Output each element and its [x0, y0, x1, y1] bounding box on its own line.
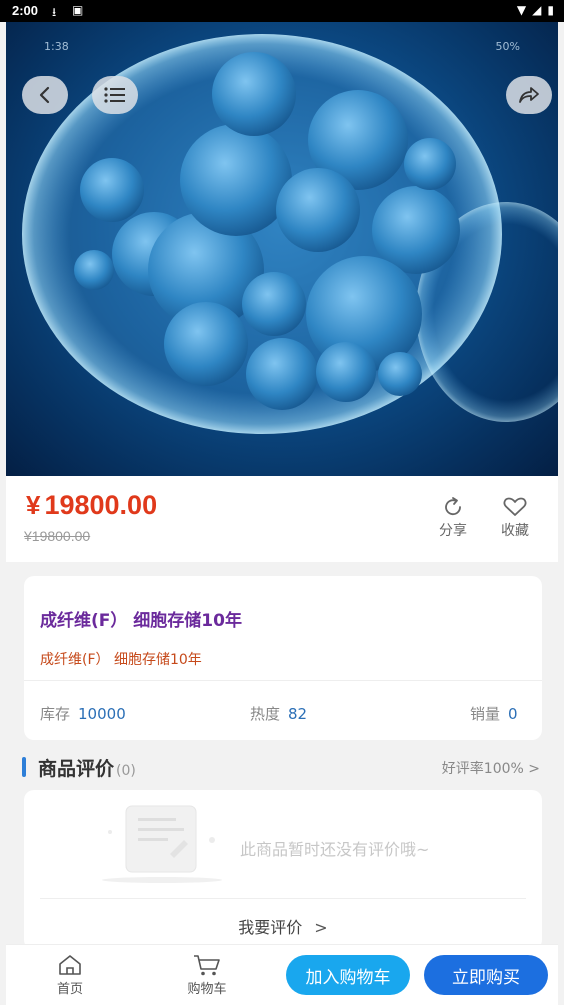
- product-image: 1:38 50%: [6, 22, 558, 476]
- buy-now-button[interactable]: 立即购买: [424, 955, 548, 995]
- status-right-icons: ▼ ◢ ▮: [517, 3, 554, 17]
- original-price: ¥19800.00: [24, 528, 91, 544]
- currency-symbol: ¥: [26, 490, 41, 520]
- review-count: (0): [116, 763, 136, 779]
- empty-review-icon: [102, 805, 222, 883]
- share-label: 分享: [439, 523, 467, 539]
- app-notification-icon: ▣: [72, 3, 84, 17]
- menu-button[interactable]: [92, 76, 138, 114]
- price-section: ¥19800.00 ¥19800.00 分享 收藏: [6, 476, 558, 562]
- chevron-left-icon: [39, 86, 50, 104]
- favorite-button[interactable]: 收藏: [490, 496, 540, 540]
- wifi-icon: ▼: [516, 3, 527, 17]
- section-accent-bar: [22, 757, 26, 777]
- heat-stat: 热度 82: [250, 703, 307, 724]
- sales-label: 销量: [470, 705, 501, 723]
- sales-value: 0: [508, 705, 518, 723]
- download-icon: ⭳: [52, 5, 57, 19]
- stock-value: 10000: [78, 705, 126, 723]
- add-to-cart-button[interactable]: 加入购物车: [286, 955, 410, 995]
- status-bar: 2:00 ⭳ ▣ ▼ ◢ ▮: [0, 0, 564, 22]
- positive-rate-link[interactable]: 好评率100% >: [442, 758, 540, 778]
- chevron-right-icon: >: [528, 761, 540, 777]
- sales-stat: 销量 0: [470, 703, 518, 724]
- product-info-card: 成纤维(F） 细胞存储10年 成纤维(F） 细胞存储10年 库存 10000 热度…: [24, 576, 542, 740]
- cell-illustration: [22, 34, 558, 434]
- price-value: 19800.00: [44, 490, 158, 520]
- share-top-button[interactable]: [506, 76, 552, 114]
- home-icon: [59, 955, 81, 975]
- chevron-right-icon: >: [314, 918, 328, 937]
- share-refresh-icon: [445, 497, 461, 516]
- stock-stat: 库存 10000: [40, 703, 126, 724]
- write-review-button[interactable]: 我要评价 >: [24, 914, 542, 938]
- cart-label: 购物车: [187, 982, 227, 997]
- battery-icon: ▮: [547, 3, 554, 17]
- divider: [40, 898, 526, 899]
- stock-label: 库存: [40, 705, 71, 723]
- signal-icon: ◢: [532, 3, 542, 17]
- product-title: 成纤维(F） 细胞存储10年: [40, 611, 242, 631]
- list-menu-icon: [104, 87, 125, 103]
- cart-tab[interactable]: 购物车: [177, 953, 237, 997]
- inner-status-time: 1:38: [44, 40, 69, 53]
- review-card: 此商品暂时还没有评价哦~ 我要评价 >: [24, 790, 542, 950]
- home-tab[interactable]: 首页: [40, 953, 100, 997]
- divider: [24, 680, 542, 681]
- shopping-cart-icon: [194, 955, 220, 976]
- review-header: 商品评价 (0) 好评率100% >: [22, 754, 542, 782]
- write-review-label: 我要评价: [238, 918, 303, 937]
- share-button[interactable]: 分享: [428, 496, 478, 540]
- product-subtitle: 成纤维(F） 细胞存储10年: [40, 652, 202, 668]
- share-arrow-icon: [519, 87, 539, 103]
- heat-value: 82: [288, 705, 308, 723]
- inner-status-battery: 50%: [495, 40, 520, 53]
- heart-icon: [503, 497, 527, 516]
- review-title: 商品评价 (0): [38, 754, 136, 781]
- current-price: ¥19800.00: [26, 490, 157, 521]
- bottom-action-bar: 首页 购物车 加入购物车 立即购买: [6, 944, 558, 1005]
- heat-label: 热度: [250, 705, 281, 723]
- favorite-label: 收藏: [501, 523, 529, 539]
- status-time: 2:00: [12, 3, 39, 18]
- empty-review-text: 此商品暂时还没有评价哦~: [240, 840, 430, 859]
- back-button[interactable]: [22, 76, 68, 114]
- positive-rate-text: 好评率100%: [441, 761, 524, 777]
- review-title-text: 商品评价: [38, 758, 115, 780]
- home-label: 首页: [56, 982, 83, 997]
